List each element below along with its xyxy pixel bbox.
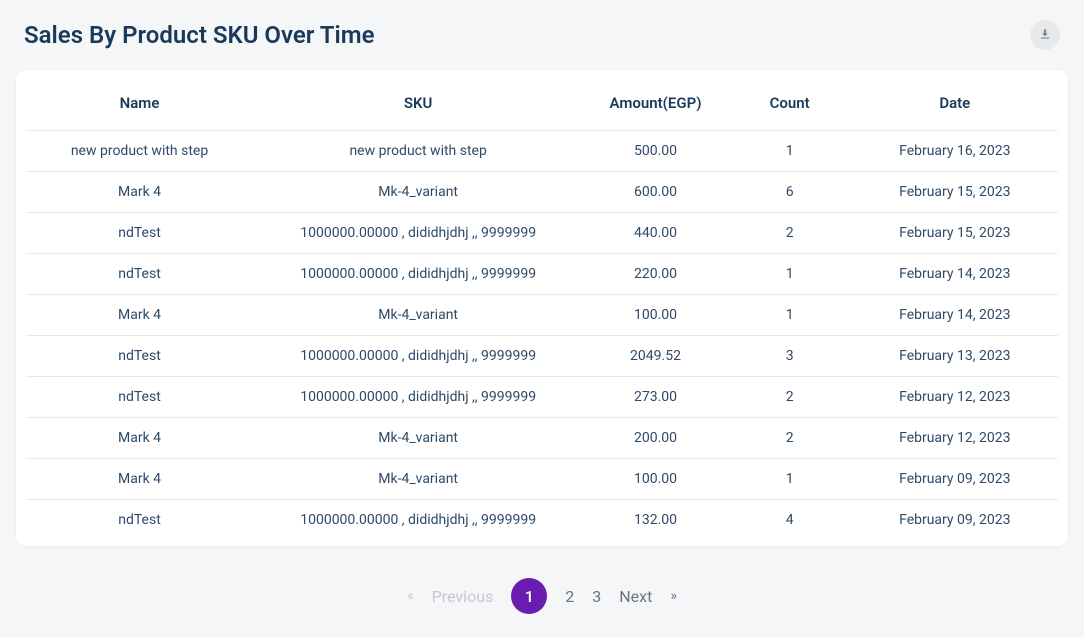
column-header-name: Name	[26, 84, 253, 131]
cell-date: February 09, 2023	[852, 459, 1058, 500]
pagination-page-3[interactable]: 3	[592, 587, 601, 606]
table-row: Mark 4Mk-4_variant200.002February 12, 20…	[26, 418, 1058, 459]
cell-count: 1	[728, 295, 852, 336]
cell-amount: 273.00	[583, 377, 727, 418]
cell-count: 3	[728, 336, 852, 377]
cell-name: ndTest	[26, 377, 253, 418]
cell-sku: 1000000.00000 , dididhjdhj ,, 9999999	[253, 213, 583, 254]
cell-date: February 12, 2023	[852, 377, 1058, 418]
cell-date: February 14, 2023	[852, 295, 1058, 336]
table-row: ndTest1000000.00000 , dididhjdhj ,, 9999…	[26, 336, 1058, 377]
cell-sku: Mk-4_variant	[253, 418, 583, 459]
cell-name: ndTest	[26, 336, 253, 377]
cell-amount: 220.00	[583, 254, 727, 295]
pagination-next[interactable]: Next	[619, 587, 652, 606]
cell-sku: 1000000.00000 , dididhjdhj ,, 9999999	[253, 254, 583, 295]
table-row: ndTest1000000.00000 , dididhjdhj ,, 9999…	[26, 377, 1058, 418]
cell-amount: 440.00	[583, 213, 727, 254]
cell-sku: 1000000.00000 , dididhjdhj ,, 9999999	[253, 336, 583, 377]
table-row: Mark 4Mk-4_variant600.006February 15, 20…	[26, 172, 1058, 213]
cell-name: Mark 4	[26, 172, 253, 213]
table-row: Mark 4Mk-4_variant100.001February 09, 20…	[26, 459, 1058, 500]
cell-amount: 200.00	[583, 418, 727, 459]
cell-name: ndTest	[26, 213, 253, 254]
table-row: new product with stepnew product with st…	[26, 131, 1058, 172]
cell-date: February 09, 2023	[852, 500, 1058, 541]
cell-count: 2	[728, 418, 852, 459]
cell-amount: 132.00	[583, 500, 727, 541]
cell-sku: 1000000.00000 , dididhjdhj ,, 9999999	[253, 500, 583, 541]
cell-count: 6	[728, 172, 852, 213]
cell-date: February 15, 2023	[852, 172, 1058, 213]
table-row: ndTest1000000.00000 , dididhjdhj ,, 9999…	[26, 213, 1058, 254]
cell-date: February 16, 2023	[852, 131, 1058, 172]
cell-date: February 13, 2023	[852, 336, 1058, 377]
cell-sku: Mk-4_variant	[253, 459, 583, 500]
column-header-amount: Amount(EGP)	[583, 84, 727, 131]
cell-date: February 15, 2023	[852, 213, 1058, 254]
cell-sku: Mk-4_variant	[253, 295, 583, 336]
table-row: Mark 4Mk-4_variant100.001February 14, 20…	[26, 295, 1058, 336]
page-title: Sales By Product SKU Over Time	[24, 21, 375, 49]
cell-name: ndTest	[26, 254, 253, 295]
cell-amount: 100.00	[583, 295, 727, 336]
cell-count: 1	[728, 254, 852, 295]
cell-amount: 600.00	[583, 172, 727, 213]
column-header-date: Date	[852, 84, 1058, 131]
sales-table: Name SKU Amount(EGP) Count Date new prod…	[26, 84, 1058, 540]
cell-name: Mark 4	[26, 459, 253, 500]
sales-table-card: Name SKU Amount(EGP) Count Date new prod…	[16, 70, 1068, 546]
cell-amount: 2049.52	[583, 336, 727, 377]
download-icon	[1038, 27, 1052, 44]
cell-amount: 500.00	[583, 131, 727, 172]
pagination-page-1[interactable]: 1	[511, 578, 547, 614]
column-header-sku: SKU	[253, 84, 583, 131]
cell-count: 1	[728, 459, 852, 500]
download-button[interactable]	[1030, 20, 1060, 50]
cell-sku: 1000000.00000 , dididhjdhj ,, 9999999	[253, 377, 583, 418]
pagination-previous[interactable]: Previous	[432, 587, 494, 606]
table-row: ndTest1000000.00000 , dididhjdhj ,, 9999…	[26, 254, 1058, 295]
cell-name: Mark 4	[26, 295, 253, 336]
pagination-last[interactable]: »	[670, 588, 677, 604]
table-row: ndTest1000000.00000 , dididhjdhj ,, 9999…	[26, 500, 1058, 541]
cell-count: 4	[728, 500, 852, 541]
pagination-first[interactable]: «	[407, 588, 414, 604]
cell-sku: new product with step	[253, 131, 583, 172]
cell-count: 1	[728, 131, 852, 172]
cell-date: February 14, 2023	[852, 254, 1058, 295]
cell-sku: Mk-4_variant	[253, 172, 583, 213]
cell-count: 2	[728, 377, 852, 418]
cell-amount: 100.00	[583, 459, 727, 500]
pagination: « Previous 123 Next »	[16, 570, 1068, 622]
column-header-count: Count	[728, 84, 852, 131]
cell-name: new product with step	[26, 131, 253, 172]
cell-name: ndTest	[26, 500, 253, 541]
pagination-page-2[interactable]: 2	[565, 587, 574, 606]
cell-date: February 12, 2023	[852, 418, 1058, 459]
cell-name: Mark 4	[26, 418, 253, 459]
cell-count: 2	[728, 213, 852, 254]
